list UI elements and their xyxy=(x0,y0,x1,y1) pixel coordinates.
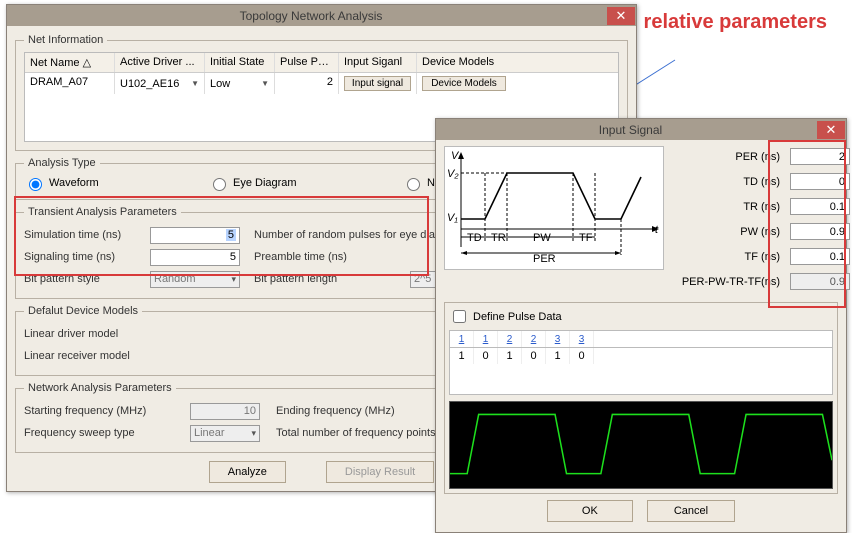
col-pulse-period[interactable]: Pulse Peri... xyxy=(275,53,339,72)
pulse-tool-5[interactable]: 3 xyxy=(546,331,570,347)
pulse-tool-1[interactable]: 1 xyxy=(450,331,474,347)
bit-pattern-style-label: Bit pattern style xyxy=(24,273,144,285)
svg-text:V₁: V₁ xyxy=(447,212,458,224)
per-input[interactable]: 2 xyxy=(790,148,850,165)
pulse-tool-6[interactable]: 3 xyxy=(570,331,594,347)
radio-waveform[interactable]: Waveform xyxy=(24,175,204,191)
chevron-down-icon: ▼ xyxy=(191,79,199,88)
pulse-bit: 1 xyxy=(498,348,522,364)
grid-header: Net Name △ Active Driver ... Initial Sta… xyxy=(25,53,618,73)
end-freq-label: Ending frequency (MHz) xyxy=(276,405,395,417)
sig-time-input[interactable]: 5 xyxy=(150,249,240,266)
sim-time-input[interactable]: 5 xyxy=(150,227,240,244)
cell-input-signal[interactable]: Input signal xyxy=(339,73,417,94)
pulse-bit: 1 xyxy=(546,348,570,364)
svg-text:TF: TF xyxy=(579,232,593,244)
analyze-button[interactable]: Analyze xyxy=(209,461,286,483)
calc-label: PER-PW-TR-TF(ns) xyxy=(670,276,780,288)
tr-label: TR (ns) xyxy=(670,201,780,213)
sig-time-label: Signaling time (ns) xyxy=(24,251,144,263)
topology-title: Topology Network Analysis xyxy=(15,9,607,23)
col-net-name[interactable]: Net Name △ xyxy=(25,53,115,72)
freq-sweep-label: Frequency sweep type xyxy=(24,427,184,439)
svg-text:V: V xyxy=(451,150,460,162)
net-info-legend: Net Information xyxy=(24,34,107,46)
col-device-models[interactable]: Device Models xyxy=(417,53,511,72)
input-signal-title: Input Signal xyxy=(444,123,817,137)
pw-input[interactable]: 0.9 xyxy=(790,223,850,240)
pulse-bit: 0 xyxy=(522,348,546,364)
tf-input[interactable]: 0.1 xyxy=(790,248,850,265)
cancel-button[interactable]: Cancel xyxy=(647,500,735,522)
topology-titlebar[interactable]: Topology Network Analysis ✕ xyxy=(7,5,636,26)
close-icon[interactable]: ✕ xyxy=(607,7,635,25)
chevron-down-icon: ▼ xyxy=(261,79,269,88)
pulse-bit: 0 xyxy=(570,348,594,364)
sim-time-label: Simulation time (ns) xyxy=(24,229,144,241)
table-row[interactable]: DRAM_A07 U102_AE16▼ Low▼ 2 Input signal … xyxy=(25,73,618,94)
col-input-signal[interactable]: Input Siganl xyxy=(339,53,417,72)
define-pulse-checkbox[interactable]: Define Pulse Data xyxy=(449,307,833,326)
col-active-driver[interactable]: Active Driver ... xyxy=(115,53,205,72)
radio-eye-diagram[interactable]: Eye Diagram xyxy=(208,175,398,191)
ok-button[interactable]: OK xyxy=(547,500,633,522)
pulse-diagram: V V₂ V₁ t xyxy=(444,146,664,270)
start-freq-input[interactable]: 10 xyxy=(190,403,260,420)
svg-text:PER: PER xyxy=(533,253,556,265)
linear-receiver-label: Linear receiver model xyxy=(24,350,324,362)
close-icon[interactable]: ✕ xyxy=(817,121,845,139)
default-device-models-legend: Defalut Device Models xyxy=(24,305,142,317)
num-random-pulses-label: Number of random pulses for eye diagram xyxy=(254,229,460,241)
pulse-toolbar[interactable]: 1 1 2 2 3 3 xyxy=(449,330,833,347)
col-initial-state[interactable]: Initial State xyxy=(205,53,275,72)
analysis-type-legend: Analysis Type xyxy=(24,157,100,169)
svg-text:V₂: V₂ xyxy=(447,168,459,180)
linear-driver-label: Linear driver model xyxy=(24,328,324,340)
input-signal-titlebar[interactable]: Input Signal ✕ xyxy=(436,119,846,140)
preamble-time-label: Preamble time (ns) xyxy=(254,251,347,263)
svg-text:TR: TR xyxy=(491,232,506,244)
bit-pattern-style-select[interactable]: Random xyxy=(150,271,240,288)
cell-initial-state[interactable]: Low▼ xyxy=(205,73,275,94)
scope-preview xyxy=(449,401,833,489)
tf-label: TF (ns) xyxy=(670,251,780,263)
start-freq-label: Starting frequency (MHz) xyxy=(24,405,184,417)
network-analysis-params-legend: Network Analysis Parameters xyxy=(24,382,176,394)
tr-input[interactable]: 0.1 xyxy=(790,198,850,215)
svg-text:TD: TD xyxy=(467,232,482,244)
calc-output: 0.9 xyxy=(790,273,850,290)
display-result-button[interactable]: Display Result xyxy=(326,461,434,483)
cell-device-models[interactable]: Device Models xyxy=(417,73,511,94)
transient-params-legend: Transient Analysis Parameters xyxy=(24,206,181,218)
td-label: TD (ns) xyxy=(670,176,780,188)
pulse-data-row[interactable]: 1 0 1 0 1 0 xyxy=(449,347,833,395)
svg-text:PW: PW xyxy=(533,232,551,244)
pulse-tool-2[interactable]: 1 xyxy=(474,331,498,347)
td-input[interactable]: 0 xyxy=(790,173,850,190)
total-points-label: Total number of frequency points xyxy=(276,427,436,439)
pulse-tool-3[interactable]: 2 xyxy=(498,331,522,347)
cell-pulse-period[interactable]: 2 xyxy=(275,73,339,94)
cell-active-driver[interactable]: U102_AE16▼ xyxy=(115,73,205,94)
pulse-bit: 0 xyxy=(474,348,498,364)
cell-net-name: DRAM_A07 xyxy=(25,73,115,94)
pulse-bit: 1 xyxy=(450,348,474,364)
pw-label: PW (ns) xyxy=(670,226,780,238)
pulse-tool-4[interactable]: 2 xyxy=(522,331,546,347)
bit-pattern-length-label: Bit pattern length xyxy=(254,273,404,285)
input-signal-window: Input Signal ✕ V V₂ V₁ t xyxy=(435,118,847,533)
freq-sweep-select[interactable]: Linear xyxy=(190,425,260,442)
per-label: PER (ns) xyxy=(670,151,780,163)
